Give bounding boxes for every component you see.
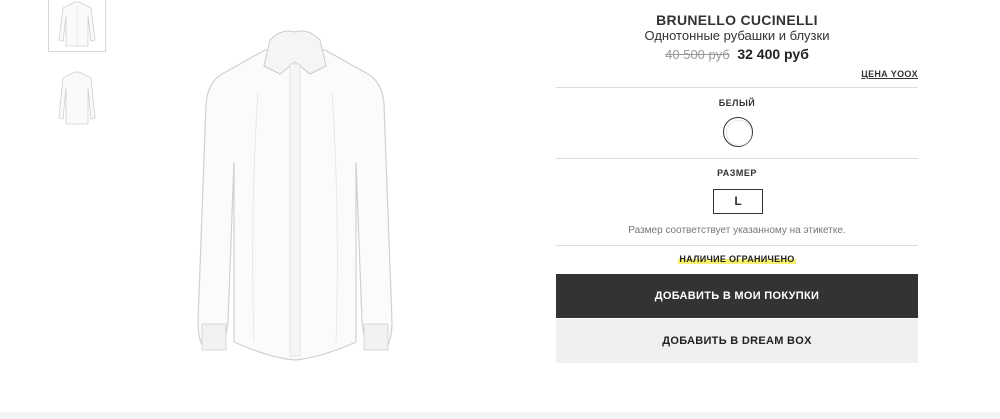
add-to-cart-label: ДОБАВИТЬ В МОИ ПОКУПКИ (654, 290, 820, 302)
add-to-dreambox-label: ДОБАВИТЬ В DREAM BOX (662, 335, 812, 347)
size-fit-note: Размер соответствует указанному на этике… (628, 225, 846, 236)
availability-text: НАЛИЧИЕ ОГРАНИЧЕНО (678, 254, 796, 264)
thumbnail-front[interactable] (48, 0, 106, 52)
size-label: РАЗМЕР (717, 168, 757, 178)
old-price: 40 500 руб (665, 47, 730, 62)
price-block: 40 500 руб 32 400 руб (556, 46, 918, 62)
availability-notice: НАЛИЧИЕ ОГРАНИЧЕНО (556, 254, 918, 264)
size-option-l[interactable]: L (713, 189, 763, 214)
divider (556, 245, 918, 246)
price-info-link[interactable]: ЦЕНА YOOX (861, 69, 918, 79)
color-swatch-white[interactable] (723, 117, 753, 147)
shirt-front-thumbnail-image (58, 1, 96, 47)
product-brand[interactable]: BRUNELLO CUCINELLI (556, 12, 918, 28)
page-bottom-strip (0, 412, 1000, 419)
product-image[interactable] (170, 22, 420, 367)
divider (556, 158, 918, 159)
color-label: БЕЛЫЙ (718, 98, 756, 108)
add-to-cart-button[interactable]: ДОБАВИТЬ В МОИ ПОКУПКИ (556, 274, 918, 318)
divider (556, 87, 918, 88)
thumbnail-back[interactable] (48, 68, 106, 138)
add-to-dreambox-button[interactable]: ДОБАВИТЬ В DREAM BOX (556, 319, 918, 363)
product-category: Однотонные рубашки и блузки (644, 28, 830, 43)
shirt-back-thumbnail-image (58, 71, 96, 125)
sale-price: 32 400 руб (737, 46, 809, 62)
white-shirt-illustration (197, 30, 393, 361)
